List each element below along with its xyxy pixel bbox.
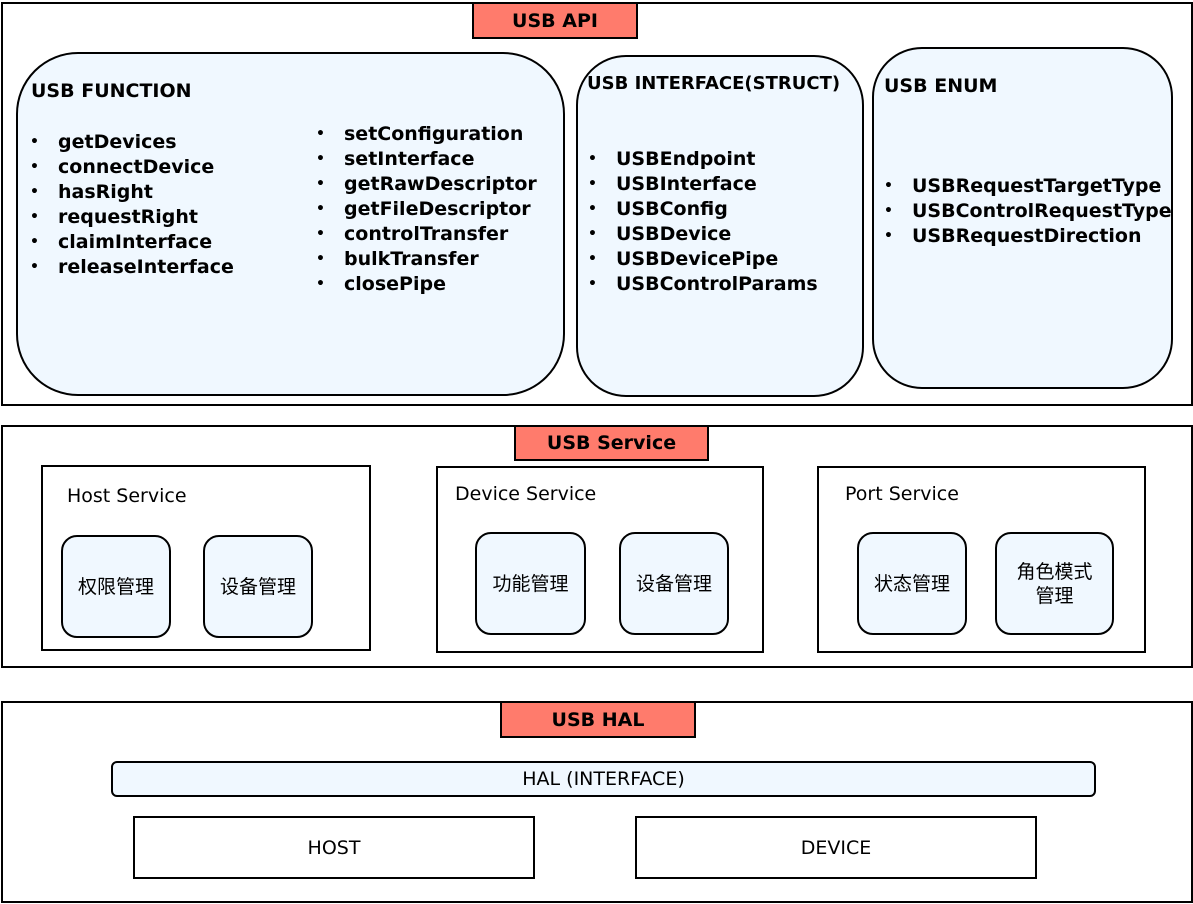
function-list-1: getDevices connectDevice hasRight reques… bbox=[30, 130, 234, 280]
list-item: getDevices bbox=[30, 130, 234, 155]
usb-function-panel: USB FUNCTION getDevices connectDevice ha… bbox=[16, 52, 565, 396]
function-management: 功能管理 bbox=[475, 532, 586, 635]
list-item: USBDevice bbox=[588, 222, 818, 247]
hal-interface-box: HAL (INTERFACE) bbox=[111, 761, 1096, 797]
usb-enum-panel: USB ENUM USBRequestTargetType USBControl… bbox=[872, 47, 1173, 389]
function-list-2: setConfiguration setInterface getRawDesc… bbox=[316, 122, 537, 297]
list-item: USBControlRequestType bbox=[884, 199, 1172, 224]
port-service-title: Port Service bbox=[845, 483, 959, 505]
list-item: hasRight bbox=[30, 180, 234, 205]
usb-function-title: USB FUNCTION bbox=[31, 80, 192, 102]
list-item: USBEndpoint bbox=[588, 147, 818, 172]
usb-interface-panel: USB INTERFACE(STRUCT) USBEndpoint USBInt… bbox=[576, 55, 864, 397]
list-item: USBInterface bbox=[588, 172, 818, 197]
usb-api-label: USB API bbox=[472, 2, 638, 39]
host-service-title: Host Service bbox=[67, 485, 187, 507]
list-item: getRawDescriptor bbox=[316, 172, 537, 197]
list-item: USBRequestTargetType bbox=[884, 174, 1172, 199]
device-box: DEVICE bbox=[635, 816, 1037, 879]
interface-list: USBEndpoint USBInterface USBConfig USBDe… bbox=[588, 147, 818, 297]
list-item: requestRight bbox=[30, 205, 234, 230]
list-item: closePipe bbox=[316, 272, 537, 297]
list-item: setInterface bbox=[316, 147, 537, 172]
list-item: controlTransfer bbox=[316, 222, 537, 247]
list-item: USBConfig bbox=[588, 197, 818, 222]
usb-enum-title: USB ENUM bbox=[884, 75, 998, 97]
host-box: HOST bbox=[133, 816, 535, 879]
usb-service-label: USB Service bbox=[514, 425, 709, 461]
role-mode-management: 角色模式 管理 bbox=[995, 532, 1114, 635]
usb-interface-title: USB INTERFACE(STRUCT) bbox=[587, 73, 841, 94]
device-management: 设备管理 bbox=[203, 535, 313, 638]
permission-management: 权限管理 bbox=[61, 535, 171, 638]
enum-list: USBRequestTargetType USBControlRequestTy… bbox=[884, 174, 1172, 249]
list-item: setConfiguration bbox=[316, 122, 537, 147]
list-item: USBDevicePipe bbox=[588, 247, 818, 272]
list-item: USBControlParams bbox=[588, 272, 818, 297]
list-item: claimInterface bbox=[30, 230, 234, 255]
usb-hal-label: USB HAL bbox=[500, 701, 696, 738]
list-item: releaseInterface bbox=[30, 255, 234, 280]
list-item: connectDevice bbox=[30, 155, 234, 180]
list-item: getFileDescriptor bbox=[316, 197, 537, 222]
device-management: 设备管理 bbox=[619, 532, 729, 635]
list-item: USBRequestDirection bbox=[884, 224, 1172, 249]
status-management: 状态管理 bbox=[857, 532, 967, 635]
list-item: bulkTransfer bbox=[316, 247, 537, 272]
device-service-title: Device Service bbox=[455, 483, 597, 505]
